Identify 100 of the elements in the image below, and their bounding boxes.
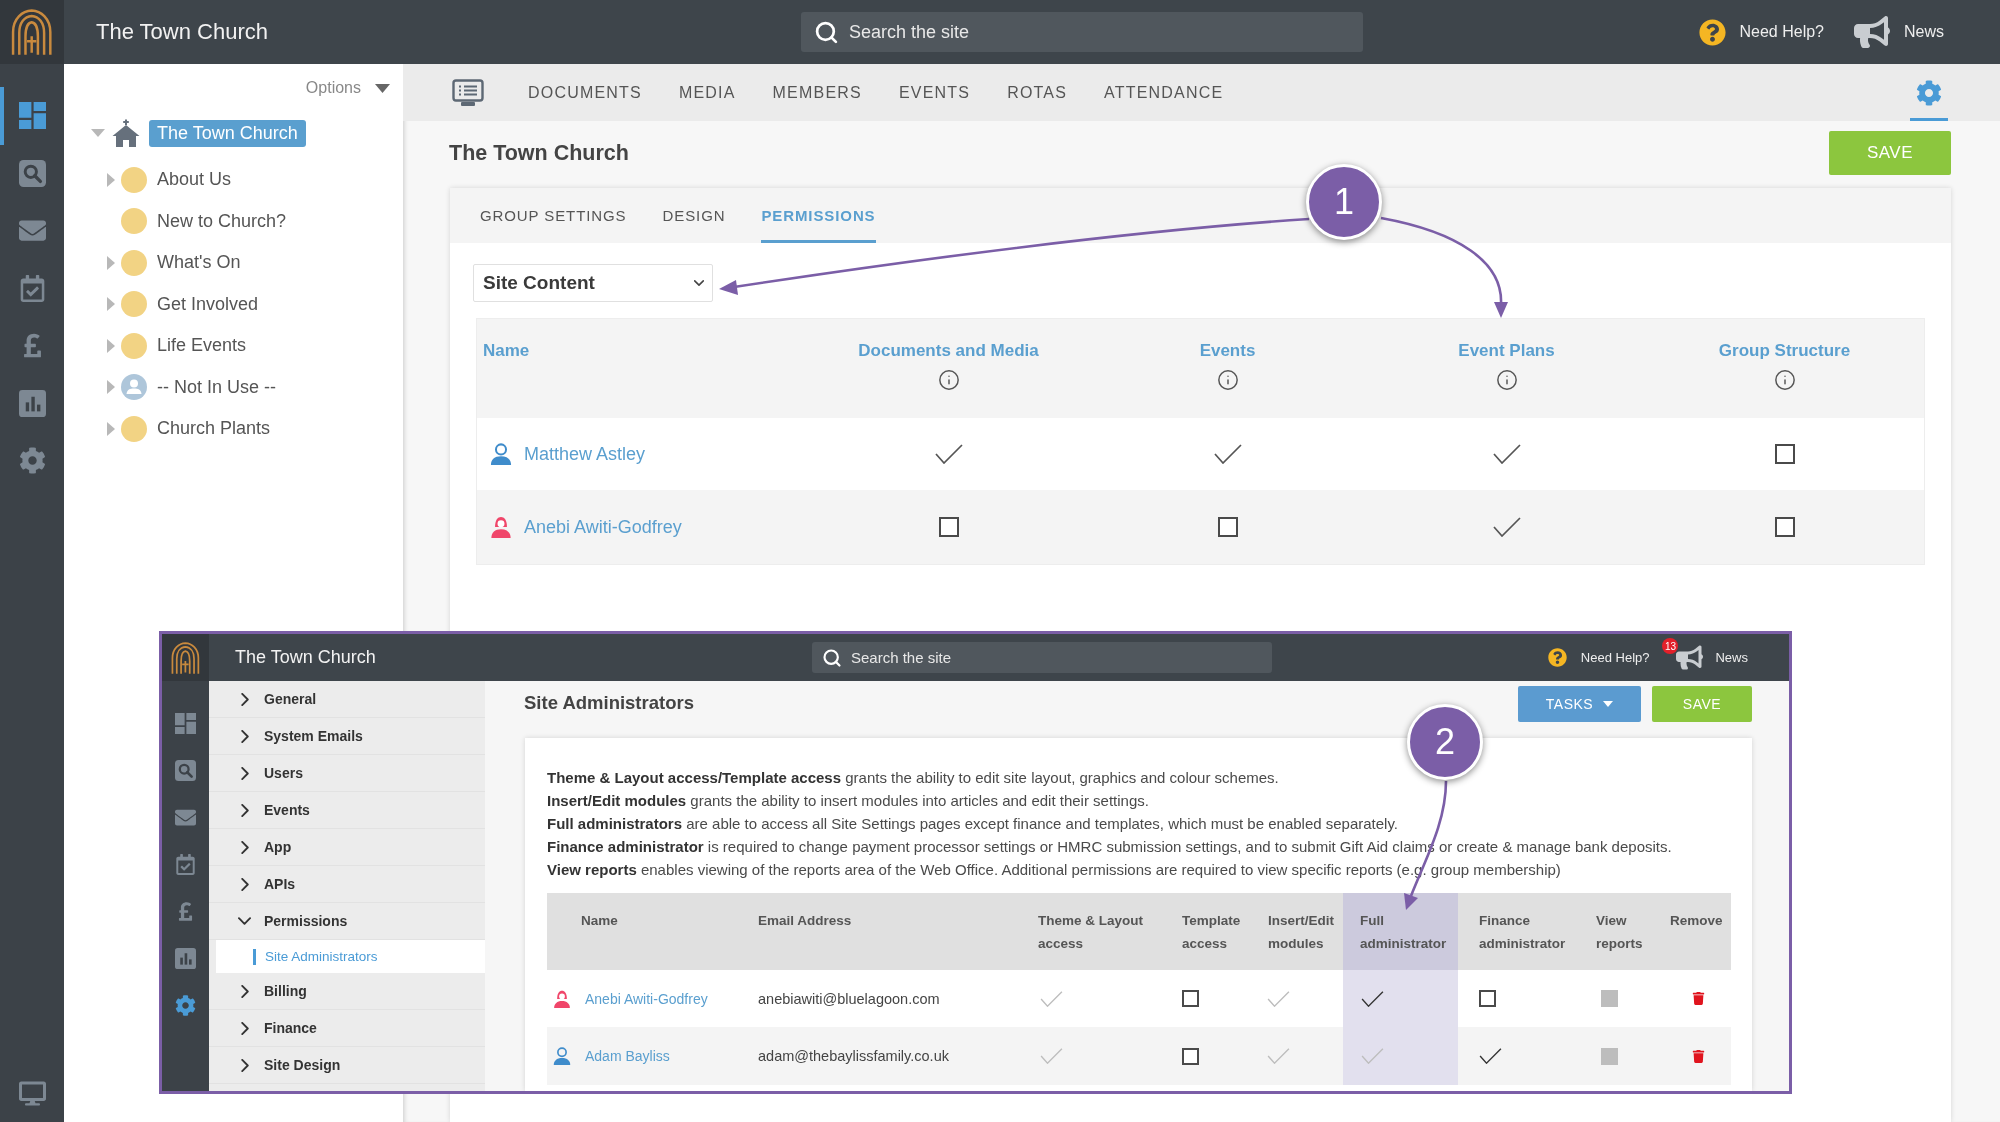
search-field[interactable]: Search the site: [801, 12, 1363, 52]
info-icon[interactable]: [1773, 369, 1796, 391]
help-link[interactable]: Need Help?: [1739, 23, 1824, 41]
column-header: Insert/Edit modules: [1267, 912, 1335, 953]
page-circle-icon: [121, 332, 147, 359]
search-icon: [814, 19, 839, 45]
info-icon[interactable]: [937, 369, 960, 391]
menu-item[interactable]: System Emails: [209, 718, 485, 755]
help-icon[interactable]: [1699, 18, 1727, 46]
menu-item[interactable]: General: [209, 681, 485, 718]
column-header: Documents and Media: [858, 341, 1039, 361]
content-select[interactable]: Site Content: [473, 264, 713, 302]
settings-icon: [1916, 79, 1942, 106]
church-arch-logo[interactable]: [0, 0, 64, 64]
search-icon: [175, 759, 196, 781]
nav-tab[interactable]: ATTENDANCE: [1104, 64, 1224, 121]
site-title: The Town Church: [235, 647, 376, 667]
user-circle-icon: [121, 374, 147, 401]
caret-down-icon: [1603, 701, 1614, 707]
checkbox[interactable]: [1774, 517, 1795, 537]
help-icon[interactable]: [1547, 648, 1567, 667]
menu-item[interactable]: Users: [209, 755, 485, 792]
info-icon[interactable]: [1216, 369, 1239, 391]
check-icon[interactable]: [934, 444, 963, 464]
caret-down-icon: [375, 83, 390, 93]
screen-list-icon[interactable]: [452, 78, 484, 107]
dashboard-icon: [18, 102, 46, 130]
megaphone-icon[interactable]: [1854, 14, 1890, 50]
tree-item[interactable]: Get Involved: [149, 290, 267, 318]
info-icon[interactable]: [1495, 369, 1518, 391]
nav-tab[interactable]: EVENTS: [898, 64, 971, 121]
search-icon: [18, 159, 46, 187]
trash-icon[interactable]: [1692, 1049, 1705, 1063]
check-icon[interactable]: [1361, 990, 1384, 1007]
checkbox[interactable]: [938, 517, 959, 537]
tree-item[interactable]: New to Church?: [149, 207, 295, 235]
tree-item[interactable]: Church Plants: [149, 415, 279, 443]
checkbox[interactable]: [1182, 1047, 1199, 1065]
menu-item[interactable]: Site Design: [209, 1047, 485, 1084]
checkbox[interactable]: [1217, 517, 1238, 537]
page-circle-icon: [121, 208, 147, 235]
column-header: Full administrator: [1343, 893, 1458, 970]
dashboard-icon: [175, 712, 196, 734]
check-icon[interactable]: [1479, 1048, 1502, 1064]
column-header: View reports: [1595, 912, 1644, 953]
column-header: Theme & Layout access: [1037, 912, 1144, 953]
check-icon[interactable]: [1213, 444, 1242, 464]
menu-item[interactable]: App: [209, 829, 485, 866]
permission-note: Theme & Layout access/Template access grants the ability to edit site layout, graphics and colour schemes.: [547, 768, 1280, 788]
column-header: Template access: [1181, 912, 1242, 953]
bar-chart-icon: [18, 389, 46, 417]
page-circle-icon: [121, 291, 147, 318]
news-link[interactable]: News: [1904, 23, 1944, 41]
tree-item[interactable]: About Us: [149, 166, 240, 194]
menu-item[interactable]: Events: [209, 792, 485, 829]
tab[interactable]: GROUP SETTINGS: [480, 188, 627, 243]
settings-icon: [175, 994, 196, 1016]
nav-tab[interactable]: DOCUMENTS: [528, 64, 642, 121]
check-icon[interactable]: [1492, 444, 1521, 464]
nav-tab[interactable]: MEMBERS: [772, 64, 862, 121]
settings-icon: [18, 447, 46, 475]
tree-item[interactable]: What's On: [149, 249, 249, 277]
news-link[interactable]: News: [1715, 650, 1748, 665]
page-title: The Town Church: [449, 140, 629, 166]
monitor-icon: [18, 1079, 46, 1107]
email-text: anebiawiti@bluelagoon.com: [758, 990, 940, 1007]
tree-item[interactable]: Life Events: [149, 332, 255, 360]
checkbox[interactable]: [1182, 990, 1199, 1007]
user-avatar-icon: [490, 516, 512, 538]
megaphone-icon[interactable]: [1676, 644, 1704, 671]
page-title: Site Administrators: [524, 692, 694, 714]
column-header: Group Structure: [1718, 341, 1851, 361]
tree-item[interactable]: -- Not In Use --: [149, 373, 284, 401]
user-avatar-icon: [490, 443, 512, 465]
menu-item[interactable]: APIs: [209, 866, 485, 903]
options-dropdown[interactable]: Options: [305, 79, 390, 97]
user-avatar-icon: [553, 1047, 571, 1065]
help-link[interactable]: Need Help?: [1580, 650, 1650, 665]
permission-note: Insert/Edit modules grants the ability to insert modules into articles and edit their settings.: [547, 791, 1150, 811]
nav-tab[interactable]: ROTAS: [1007, 64, 1068, 121]
menu-item[interactable]: Finance: [209, 1010, 485, 1047]
calendar-check-icon: [18, 274, 46, 302]
nav-tab[interactable]: MEDIA: [678, 64, 736, 121]
page-circle-icon: [121, 166, 147, 193]
column-header: Event Plans: [1458, 341, 1555, 361]
menu-item[interactable]: Billing: [209, 973, 485, 1010]
column-header: Name: [580, 912, 619, 930]
search-field[interactable]: Search the site: [812, 642, 1272, 673]
tab[interactable]: DESIGN: [662, 188, 726, 243]
email-text: adam@thebaylissfamily.co.uk: [758, 1048, 949, 1064]
bar-chart-icon: [175, 947, 196, 969]
church-icon: [112, 119, 140, 147]
calendar-check-icon: [175, 853, 196, 875]
check-icon[interactable]: [1492, 517, 1521, 537]
church-arch-logo[interactable]: [162, 634, 209, 681]
chevron-down-icon: [694, 280, 704, 286]
checkbox[interactable]: [1774, 444, 1795, 464]
search-icon: [822, 647, 842, 668]
checkbox[interactable]: [1479, 990, 1496, 1007]
trash-icon[interactable]: [1692, 992, 1705, 1005]
